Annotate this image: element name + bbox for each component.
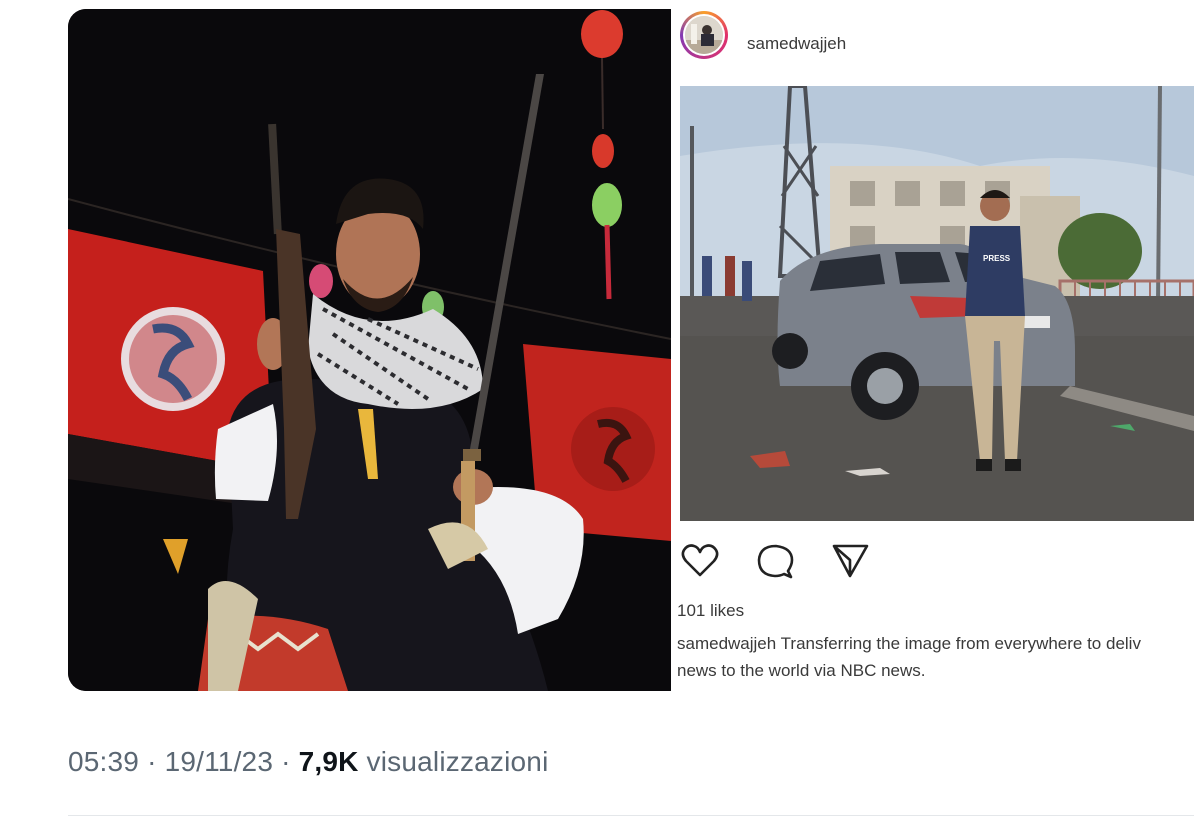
views-label: visualizzazioni bbox=[366, 746, 549, 777]
views-count[interactable]: 7,9K bbox=[299, 746, 359, 777]
action-bar bbox=[677, 540, 897, 584]
avatar[interactable] bbox=[680, 11, 728, 59]
comment-icon[interactable] bbox=[754, 540, 796, 587]
press-label: PRESS bbox=[983, 254, 1011, 263]
instagram-post: samedwajjeh PRESS 101 likes samedwajjeh … bbox=[677, 0, 1194, 700]
caption-text-2: news to the world via NBC news. bbox=[677, 661, 926, 680]
tweet-time[interactable]: 05:39 bbox=[68, 746, 139, 777]
username[interactable]: samedwajjeh bbox=[747, 34, 846, 54]
tweet-date[interactable]: 19/11/23 bbox=[165, 746, 274, 777]
tweet-meta: 05:39 · 19/11/23 · 7,9K visualizzazioni bbox=[68, 746, 549, 778]
caption: samedwajjeh Transferring the image from … bbox=[677, 630, 1194, 684]
separator: · bbox=[281, 746, 291, 777]
post-photo[interactable]: PRESS bbox=[680, 86, 1194, 521]
caption-text-1: Transferring the image from everywhere t… bbox=[780, 634, 1141, 653]
send-icon[interactable] bbox=[829, 540, 871, 587]
heart-icon[interactable] bbox=[679, 540, 721, 587]
left-photo[interactable] bbox=[68, 9, 671, 691]
divider bbox=[68, 815, 1194, 816]
separator: · bbox=[147, 746, 157, 777]
caption-username[interactable]: samedwajjeh bbox=[677, 634, 776, 653]
likes-count[interactable]: 101 likes bbox=[677, 601, 744, 621]
